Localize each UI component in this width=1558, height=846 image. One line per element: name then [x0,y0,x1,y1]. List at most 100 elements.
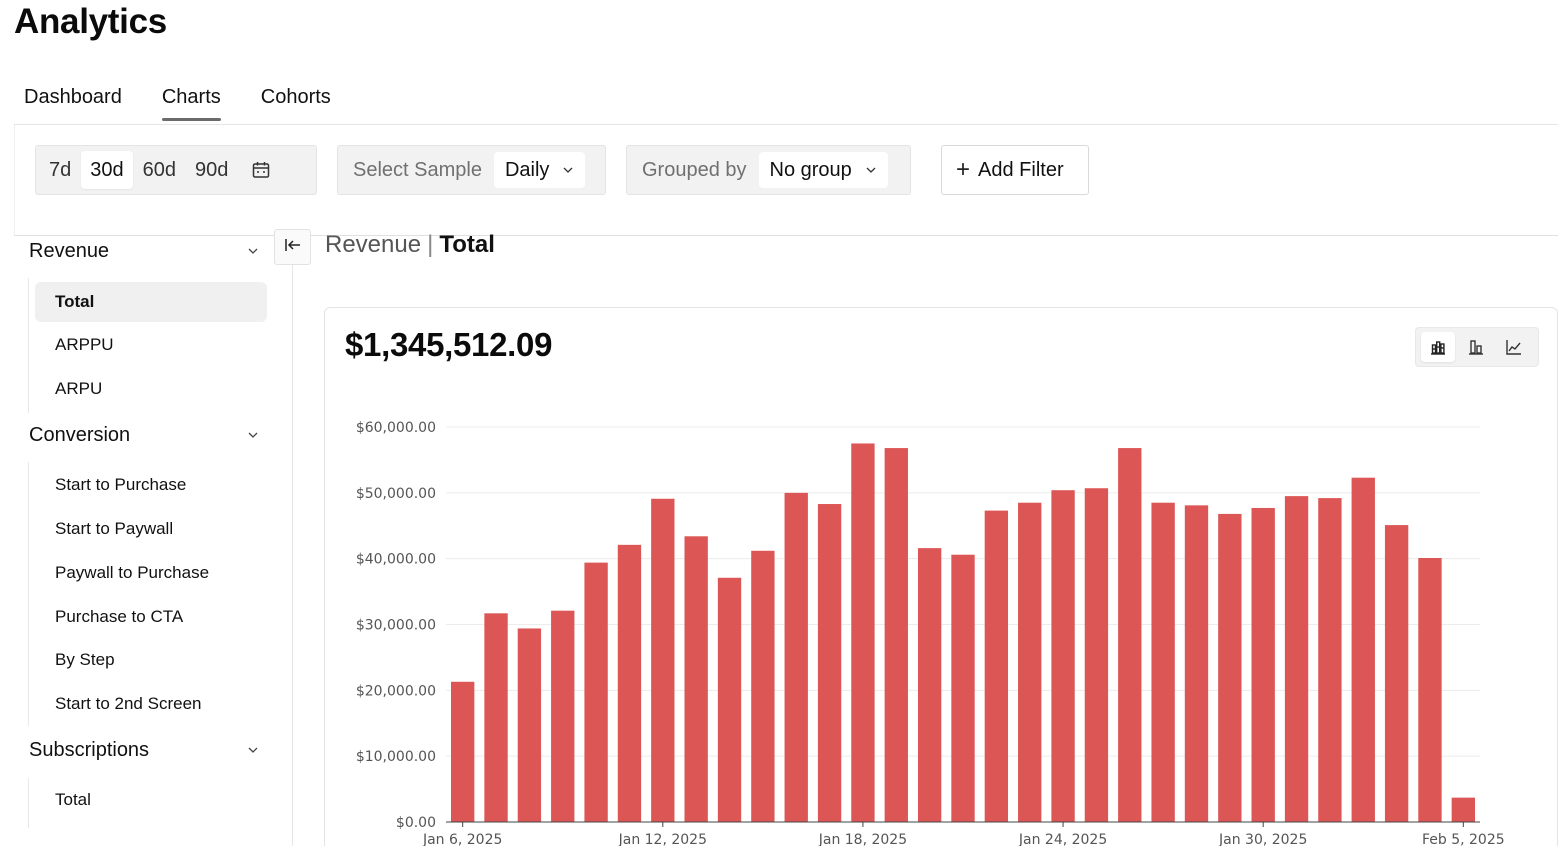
chart-type-toggle [1415,327,1539,367]
group-by-label: Grouped by [642,158,747,181]
bar [1451,797,1475,822]
bar-chart-icon[interactable] [1459,332,1493,362]
bar [884,448,908,822]
line-chart-icon[interactable] [1497,332,1531,362]
sample-select-group: Select Sample Daily [337,145,606,195]
sidebar-item-paywall-to-purchase[interactable]: Paywall to Purchase [35,553,267,593]
breadcrumb-parent: Revenue [325,231,422,258]
bar [717,577,742,822]
section-revenue[interactable]: Revenue [29,240,259,263]
tab-dashboard[interactable]: Dashboard [24,86,122,119]
bar [851,443,875,822]
x-tick-label: Jan 6, 2025 [422,832,502,846]
bar [1051,490,1075,822]
range-90d-button[interactable]: 90d [186,151,237,189]
bar [1084,488,1109,822]
group-by-select-group: Grouped by No group [626,145,911,195]
bar [1218,513,1242,822]
tab-cohorts[interactable]: Cohorts [261,86,331,119]
sample-select-value: Daily [504,158,550,181]
bar [751,550,775,822]
sidebar-item-arppu[interactable]: ARPPU [35,325,267,365]
section-label: Subscriptions [29,739,150,761]
y-tick-label: $60,000.00 [356,420,436,436]
bar [584,562,608,822]
main-tabs: Dashboard Charts Cohorts [24,86,371,121]
y-tick-label: $0.00 [396,815,436,831]
section-rail [28,778,29,828]
breadcrumb: Revenue | Total [325,231,495,259]
bar [917,548,942,822]
bar [1018,502,1042,822]
bar [1418,558,1442,822]
bar [1118,448,1142,822]
section-rail [28,462,29,726]
date-range-selector: 7d 30d 60d 90d [35,145,317,195]
bar [1318,498,1342,822]
sample-select-label: Select Sample [353,158,482,181]
y-tick-label: $20,000.00 [356,683,436,699]
bar [451,681,475,822]
sidebar-item-arpu[interactable]: ARPU [35,369,267,409]
chevron-down-icon [563,165,573,175]
x-tick-label: Jan 30, 2025 [1218,832,1307,846]
range-60d-button[interactable]: 60d [134,151,185,189]
sidebar-item-start-to-purchase[interactable]: Start to Purchase [35,465,267,505]
bar [984,510,1009,822]
y-tick-label: $30,000.00 [356,618,436,634]
bar [1184,505,1209,822]
add-filter-button[interactable]: + Add Filter [941,145,1089,195]
plus-icon: + [956,156,971,183]
bar [817,504,842,822]
bar [484,613,508,822]
chevron-down-icon [247,739,259,762]
sidebar-item-start-to-2nd-screen[interactable]: Start to 2nd Screen [35,684,267,724]
bar [517,628,542,822]
stacked-bar-chart-icon[interactable] [1421,332,1455,362]
chevron-down-icon [866,165,876,175]
group-by-select[interactable]: No group [758,152,888,188]
section-rail [28,278,29,413]
bar [1351,477,1375,822]
bar [1251,507,1275,822]
range-30d-button[interactable]: 30d [81,151,133,189]
metrics-sidebar: Revenue Total ARPPU ARPU Conversion Star… [14,236,293,846]
add-filter-label: Add Filter [978,158,1064,181]
chevron-down-icon [247,424,259,447]
chevron-down-icon [247,240,259,263]
collapse-left-icon [284,237,302,258]
sidebar-item-start-to-paywall[interactable]: Start to Paywall [35,509,267,549]
calendar-icon[interactable] [244,151,278,189]
sidebar-item-by-step[interactable]: By Step [35,640,267,680]
x-tick-label: Jan 18, 2025 [818,832,907,846]
bar [784,492,808,822]
sample-select[interactable]: Daily [493,152,586,188]
section-subscriptions[interactable]: Subscriptions [29,739,259,762]
total-revenue-value: $1,345,512.09 [345,326,553,363]
section-label: Revenue [29,240,110,262]
page-title: Analytics [14,2,167,41]
bar [951,554,975,822]
bar [617,544,642,822]
x-tick-label: Jan 24, 2025 [1018,832,1107,846]
section-conversion[interactable]: Conversion [29,424,259,447]
bar [551,610,575,822]
x-tick-label: Feb 5, 2025 [1422,832,1505,846]
sidebar-item-revenue-total[interactable]: Total [35,282,267,322]
bar [1284,496,1309,822]
filter-bar: 7d 30d 60d 90d Select Sample Daily Group… [14,125,1558,236]
breadcrumb-current: Total [439,231,495,258]
revenue-bar-chart: $0.00 $10,000.00 $20,000.00 $30,000.00 $40,0… [356,420,1505,846]
range-7d-button[interactable]: 7d [40,151,80,189]
sidebar-item-subscriptions-total[interactable]: Total [35,780,267,820]
y-tick-label: $10,000.00 [356,749,436,765]
tab-charts[interactable]: Charts [161,86,221,121]
sidebar-item-purchase-to-cta[interactable]: Purchase to CTA [35,597,267,637]
bar [1384,525,1409,822]
x-tick-label: Jan 12, 2025 [618,832,707,846]
collapse-sidebar-button[interactable] [274,229,311,265]
section-label: Conversion [29,424,131,446]
bar [684,536,708,822]
y-tick-label: $40,000.00 [356,552,436,568]
group-by-value: No group [769,158,852,181]
